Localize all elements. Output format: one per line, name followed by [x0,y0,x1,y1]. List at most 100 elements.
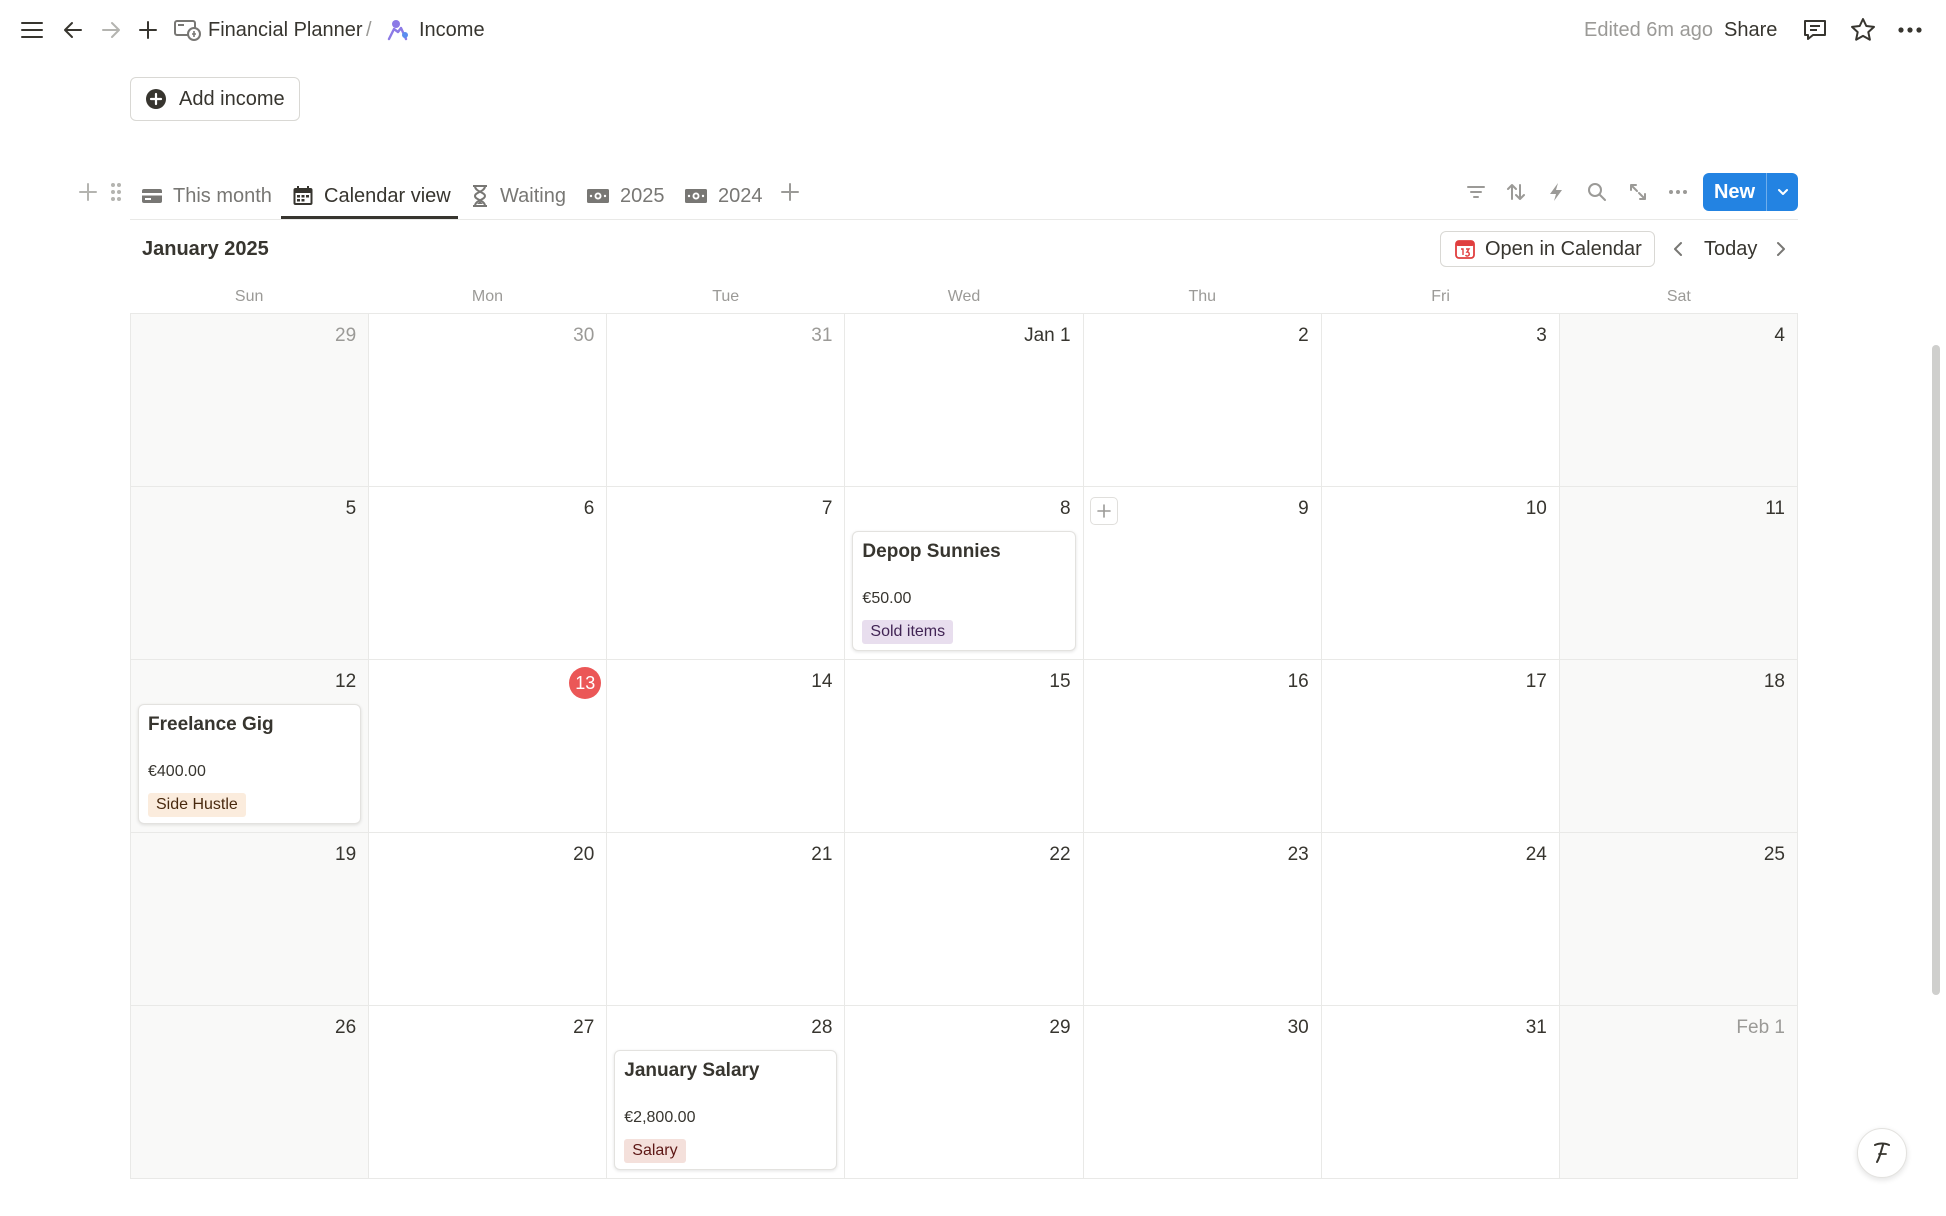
tab-label: 2025 [620,184,665,207]
new-dropdown-chevron-icon[interactable] [1767,173,1798,211]
day-number: 11 [1765,498,1785,519]
tab-label: 2024 [718,184,763,207]
calendar-day-cell[interactable]: 13 [369,660,608,833]
calendar-day-cell[interactable]: 2 [1083,314,1322,487]
day-number: 6 [583,498,595,519]
event-card[interactable]: Depop Sunnies €50.00 Sold items [852,531,1076,651]
event-card[interactable]: Freelance Gig €400.00 Side Hustle [138,704,362,824]
sidebar-menu-icon[interactable] [14,12,50,48]
plus-circle-icon [146,89,166,109]
calendar-day-cell[interactable]: 23 [1083,833,1322,1006]
day-number: 31 [1525,1017,1547,1038]
event-title: Depop Sunnies [862,541,1001,562]
calendar-day-cell[interactable]: 26 [131,1006,370,1179]
calendar-day-cell[interactable]: 30 [369,314,608,487]
event-card[interactable]: January Salary €2,800.00 Salary [614,1050,838,1170]
tab-2024[interactable]: 2024 [684,180,763,212]
calendar-icon [293,186,313,205]
filter-icon[interactable] [1458,174,1494,210]
view-more-options-icon[interactable] [1660,174,1696,210]
tab-waiting[interactable]: Waiting [470,180,566,212]
calendar-day-cell[interactable]: 21 [607,833,846,1006]
calendar-day-cell[interactable]: 27 [369,1006,608,1179]
page-scrollbar[interactable] [1932,345,1940,995]
day-number: 22 [1049,844,1071,865]
calendar-day-cell[interactable]: 28 January Salary €2,800.00 Salary [607,1006,846,1179]
add-view-plus-icon[interactable] [772,174,808,210]
calendar-day-cell[interactable]: Feb 1 [1559,1006,1798,1179]
tab-label: Waiting [500,184,566,207]
calendar-day-cell[interactable]: 29 [131,314,370,487]
calendar-day-cell[interactable]: 17 [1321,660,1560,833]
sort-icon[interactable] [1498,174,1534,210]
income-page-icon [380,12,416,48]
calendar-day-cell[interactable]: 25 [1559,833,1798,1006]
calendar-day-cell[interactable]: 9 [1083,487,1322,660]
new-button[interactable]: New [1703,173,1798,211]
top-bar: Financial Planner / Income Edited 6m ago… [0,0,1946,60]
notion-ai-button[interactable] [1857,1128,1907,1178]
calendar-day-cell[interactable]: 31 [1321,1006,1560,1179]
back-arrow-icon[interactable] [55,12,91,48]
star-icon[interactable] [1845,12,1881,48]
day-number: 29 [1049,1017,1071,1038]
calendar-day-cell[interactable]: 6 [369,487,608,660]
calendar-day-cell[interactable]: 5 [131,487,370,660]
new-page-plus-icon[interactable] [130,12,166,48]
calendar-day-cell[interactable]: 10 [1321,487,1560,660]
add-event-plus-icon[interactable] [1089,497,1118,525]
next-month-chevron-icon[interactable] [1768,236,1794,262]
calendar-day-cell[interactable]: 11 [1559,487,1798,660]
open-in-calendar-button[interactable]: Open in Calendar [1440,231,1655,267]
day-number: 27 [573,1017,595,1038]
event-amount: €2,800.00 [624,1109,696,1126]
calendar-day-cell[interactable]: 18 [1559,660,1798,833]
calendar-day-cell[interactable]: Jan 1 [845,314,1084,487]
event-amount: €50.00 [862,590,912,607]
calendar-day-cell[interactable]: 14 [607,660,846,833]
calendar-day-cell[interactable]: 15 [845,660,1084,833]
breadcrumb-current[interactable]: Income [419,16,485,44]
day-number: 20 [573,844,595,865]
previous-month-chevron-icon[interactable] [1665,236,1691,262]
calendar-day-cell[interactable]: 31 [607,314,846,487]
tab-2025[interactable]: 2025 [586,180,665,212]
day-number: 5 [345,498,357,519]
event-category-tag: Salary [624,1139,686,1163]
calendar-day-cell[interactable]: 4 [1559,314,1798,487]
calendar-day-cell[interactable]: 22 [845,833,1084,1006]
share-button[interactable]: Share [1724,16,1777,44]
calendar-day-cell[interactable]: 30 [1083,1006,1322,1179]
automation-bolt-icon[interactable] [1538,174,1574,210]
comment-icon[interactable] [1797,12,1833,48]
tab-calendar-view[interactable]: Calendar view [292,180,451,212]
open-in-calendar-label: Open in Calendar [1485,237,1642,260]
today-button[interactable]: Today [1704,235,1757,263]
breadcrumb-parent[interactable]: Financial Planner [208,16,363,44]
day-number: 8 [1059,498,1071,519]
add-income-button[interactable]: Add income [130,77,300,121]
calendar-day-cell[interactable]: 3 [1321,314,1560,487]
day-number: 9 [1298,498,1309,519]
drag-handle-icon[interactable] [98,174,134,210]
day-number: 30 [1287,1017,1309,1038]
calendar-day-cell[interactable]: 7 [607,487,846,660]
forward-arrow-icon[interactable] [93,12,129,48]
new-button-label[interactable]: New [1703,173,1767,211]
breadcrumb-separator: / [366,18,372,41]
calendar-day-cell[interactable]: 16 [1083,660,1322,833]
search-icon[interactable] [1579,174,1615,210]
calendar-day-cell[interactable]: 29 [845,1006,1084,1179]
calendar-day-cell[interactable]: 8 Depop Sunnies €50.00 Sold items [845,487,1084,660]
banknote-icon [685,189,707,203]
calendar-day-cell[interactable]: 19 [131,833,370,1006]
expand-icon[interactable] [1620,174,1656,210]
tab-this-month[interactable]: This month [141,180,272,212]
more-options-icon[interactable] [1892,12,1928,48]
weekday-label: Sun [234,288,264,305]
calendar-day-cell[interactable]: 24 [1321,833,1560,1006]
weekday-label: Mon [471,288,503,305]
card-icon [142,189,162,203]
calendar-day-cell[interactable]: 12 Freelance Gig €400.00 Side Hustle [131,660,370,833]
calendar-day-cell[interactable]: 20 [369,833,608,1006]
